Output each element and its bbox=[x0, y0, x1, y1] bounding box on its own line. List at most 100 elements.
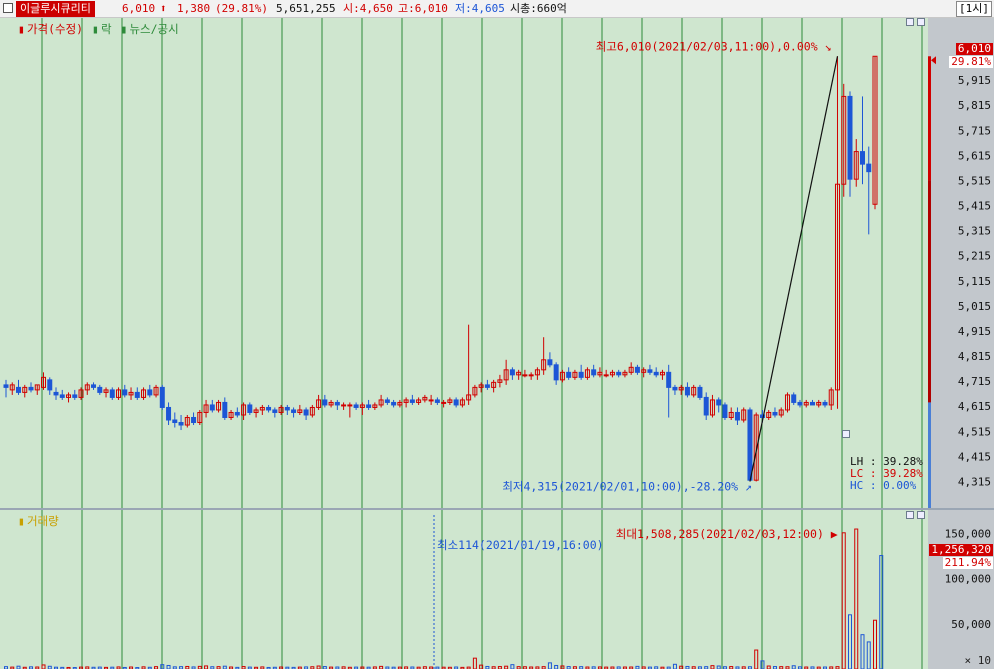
candle-body bbox=[797, 401, 803, 406]
candle-body bbox=[353, 404, 359, 408]
trend-line bbox=[749, 56, 839, 482]
volume-multiplier: × 10 bbox=[964, 654, 992, 667]
price-tick-label: 5,015 bbox=[958, 300, 991, 313]
candle-body bbox=[634, 366, 640, 373]
candle-body bbox=[178, 422, 184, 426]
volume-axis-svg: 150,000 100,000 50,000 bbox=[945, 528, 991, 631]
select-checkbox[interactable] bbox=[3, 3, 13, 13]
high-price: 고:6,010 bbox=[398, 2, 448, 15]
candle-body bbox=[703, 396, 709, 416]
stock-name[interactable]: 이글루시큐리티 bbox=[16, 1, 95, 17]
news-legend-label[interactable]: 뉴스/공시 bbox=[129, 22, 178, 36]
volume-bar bbox=[873, 619, 877, 669]
candle-body bbox=[434, 399, 440, 403]
volume-bar bbox=[841, 532, 846, 669]
volume-chart-svg: 최소114(2021/01/19,16:00) 최대1,508,285(2021/… bbox=[4, 510, 923, 669]
candle-body bbox=[59, 394, 65, 398]
panel-minimize-icon[interactable] bbox=[906, 18, 914, 26]
price-tick-label: 5,115 bbox=[958, 275, 991, 288]
candle-body bbox=[409, 399, 415, 403]
candle-body bbox=[566, 371, 572, 378]
candle-body bbox=[47, 379, 53, 391]
candle-body bbox=[484, 384, 490, 388]
candle-body bbox=[441, 401, 447, 404]
volume-bar bbox=[860, 634, 865, 669]
candle-body bbox=[247, 404, 253, 413]
volume-bar bbox=[879, 555, 884, 669]
price-tick-label: 4,515 bbox=[958, 425, 991, 438]
candle-body bbox=[809, 401, 815, 406]
current-volume-pct-tag: 211.94% bbox=[942, 556, 993, 569]
price-tick-label: 5,415 bbox=[958, 200, 991, 213]
candle-body bbox=[866, 163, 872, 173]
price-marker-icon bbox=[931, 56, 936, 65]
rak-legend-label[interactable]: 락 bbox=[101, 22, 112, 36]
candle-body bbox=[122, 389, 128, 396]
candle-body bbox=[734, 411, 740, 421]
candle-body bbox=[616, 371, 622, 376]
candle-body bbox=[91, 384, 97, 388]
volume-bar bbox=[672, 663, 677, 669]
candle-body bbox=[341, 404, 347, 407]
candle-body bbox=[134, 391, 140, 398]
stat-hc: HC : 0.00% bbox=[850, 479, 917, 492]
price-chart-panel[interactable]: 최고6,010(2021/02/03,11:00),0.00% ↘ 최저4,315… bbox=[0, 18, 928, 508]
candle-body bbox=[272, 409, 278, 413]
price-tick-label: 4,815 bbox=[958, 350, 991, 363]
candle-body bbox=[528, 374, 534, 377]
volume-tick-label: 100,000 bbox=[945, 573, 991, 586]
candle-body bbox=[522, 374, 528, 377]
low-price: 저:4,605 bbox=[455, 2, 505, 15]
volume-bar bbox=[547, 662, 552, 669]
candle-body bbox=[291, 409, 297, 413]
candle-body bbox=[666, 371, 672, 388]
market-cap: 시총:660억 bbox=[510, 2, 567, 15]
volume-bar bbox=[710, 665, 715, 669]
price-tick-label: 5,615 bbox=[958, 149, 991, 162]
candle-body bbox=[716, 399, 722, 406]
current-price-tag: 6,010 bbox=[955, 42, 993, 55]
candle-body bbox=[453, 399, 459, 406]
candle-body bbox=[684, 386, 690, 396]
open-price: 시:4,650 bbox=[343, 2, 393, 15]
min-price-label: 최저4,315(2021/02/01,10:00),-28.20% ↗ bbox=[502, 479, 752, 493]
candle-body bbox=[366, 404, 372, 408]
current-volume-tag: 1,256,320 bbox=[929, 543, 993, 556]
volume-close-icon[interactable] bbox=[917, 511, 925, 519]
candle-body bbox=[322, 399, 328, 406]
candle-body bbox=[209, 404, 215, 411]
candle-body bbox=[859, 151, 865, 165]
price-tick-label: 4,615 bbox=[958, 400, 991, 413]
candle-body bbox=[97, 386, 103, 393]
current-price: 6,010 bbox=[122, 2, 156, 15]
candle-body bbox=[847, 95, 853, 180]
candle-body bbox=[653, 371, 659, 376]
price-tick-label: 5,815 bbox=[958, 99, 991, 112]
price-tick-label: 4,415 bbox=[958, 450, 991, 463]
candle-body bbox=[578, 371, 584, 378]
volume-bar bbox=[41, 664, 46, 669]
volume-bar bbox=[554, 664, 559, 669]
price-change: 1,380 bbox=[177, 2, 211, 15]
up-arrow-icon: ⬆ bbox=[160, 2, 167, 15]
candle-body bbox=[428, 399, 434, 402]
candle-body bbox=[391, 401, 397, 406]
price-tick-label: 5,915 bbox=[958, 74, 991, 87]
price-tick-label: 4,315 bbox=[958, 475, 991, 488]
panel-resize-icon[interactable] bbox=[842, 430, 850, 438]
panel-close-icon[interactable] bbox=[917, 18, 925, 26]
period-button[interactable]: [1시] bbox=[956, 1, 992, 17]
candle-body bbox=[28, 386, 34, 391]
volume-chart-panel[interactable]: 최소114(2021/01/19,16:00) 최대1,508,285(2021/… bbox=[0, 510, 928, 669]
volume-legend-label[interactable]: 거래량 bbox=[27, 514, 59, 528]
candle-body bbox=[266, 406, 272, 411]
candle-body bbox=[697, 386, 703, 398]
news-legend-marker: ▮ bbox=[120, 22, 128, 36]
candle-body bbox=[347, 404, 353, 407]
price-legend-label[interactable]: 가격(수정) bbox=[27, 22, 83, 36]
current-pct-tag: 29.81% bbox=[949, 55, 993, 68]
volume-bar bbox=[472, 657, 477, 669]
volume-minimize-icon[interactable] bbox=[906, 511, 914, 519]
price-axis: 5,915 5,815 5,715 5,615 5,515 5,415 5,315 5,215… bbox=[928, 18, 994, 508]
volume-legend: ▮ 거래량 bbox=[18, 513, 61, 529]
